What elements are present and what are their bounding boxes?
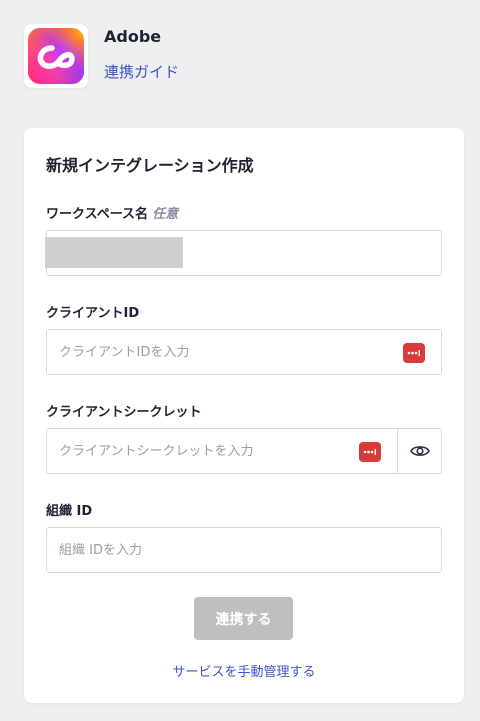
app-name: Adobe <box>104 27 162 46</box>
client-id-field[interactable] <box>46 329 442 375</box>
client-secret-label: クライアントシークレット <box>46 405 202 420</box>
org-id-field[interactable] <box>46 527 442 573</box>
adobe-logo-icon <box>24 24 88 88</box>
password-manager-icon[interactable] <box>359 442 381 462</box>
manual-manage-link[interactable]: サービスを手動管理する <box>24 661 464 680</box>
eye-icon <box>409 446 430 456</box>
app-header: Adobe 連携ガイド <box>24 24 464 90</box>
optional-tag: 任意 <box>152 207 179 222</box>
show-secret-toggle[interactable] <box>397 428 442 474</box>
workspace-name-label: ワークスペース名 任意 <box>46 203 178 222</box>
client-id-label: クライアントID <box>46 306 140 321</box>
client-secret-field[interactable] <box>46 428 398 474</box>
integration-form-card: 新規インテグレーション作成 ワークスペース名 任意 クライアントID クライアント… <box>24 128 464 703</box>
form-title: 新規インテグレーション作成 <box>46 156 254 175</box>
org-id-label: 組織 ID <box>46 504 93 519</box>
workspace-name-label-text: ワークスペース名 <box>46 207 149 222</box>
client-secret-input[interactable] <box>47 429 397 473</box>
connect-button[interactable]: 連携する <box>194 597 293 640</box>
password-manager-icon[interactable] <box>403 343 425 363</box>
redacted-value <box>45 237 183 268</box>
client-id-input[interactable] <box>47 330 441 374</box>
client-secret-group <box>46 428 442 474</box>
org-id-input[interactable] <box>47 528 441 572</box>
workspace-name-field[interactable] <box>45 230 442 276</box>
integration-guide-link[interactable]: 連携ガイド <box>104 61 179 82</box>
